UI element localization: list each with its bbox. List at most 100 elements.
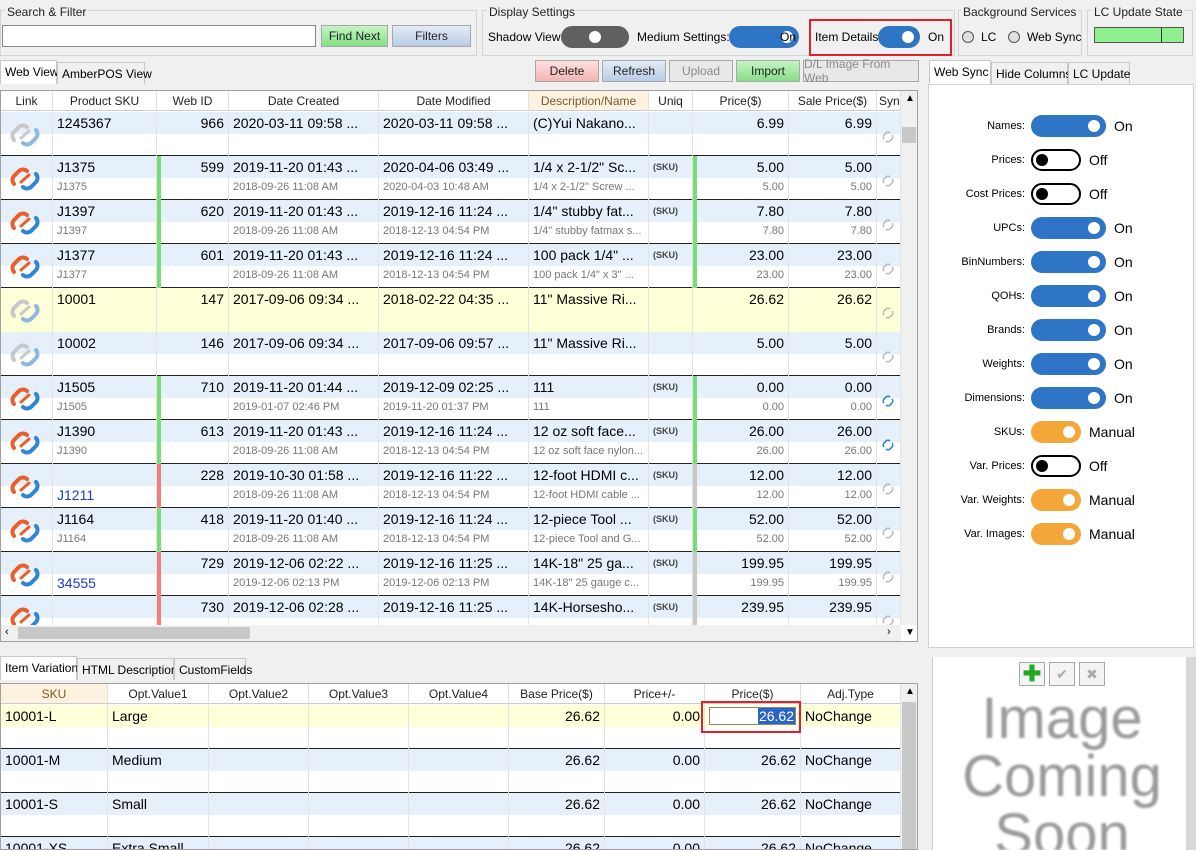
cell-web-id[interactable]: 599 bbox=[157, 156, 229, 200]
dl-image-button[interactable]: D/L Image From Web bbox=[803, 57, 919, 85]
tab-amberpos-view[interactable]: AmberPOS View bbox=[57, 62, 152, 84]
cell-product-sku[interactable]: 10001 bbox=[53, 288, 157, 332]
cell-sale-price[interactable]: 52.00 52.00 bbox=[789, 508, 877, 552]
variation-row[interactable]: 10001-M Medium 26.62 0.00 26.62 NoChange bbox=[1, 749, 901, 793]
websync-toggle[interactable] bbox=[1031, 251, 1106, 273]
table-row[interactable]: J1375 J1375 599 2019-11-20 01:43 ... 2018-09… bbox=[1, 156, 901, 200]
cell-uniq[interactable]: (SKU) bbox=[649, 200, 693, 244]
tab-custom-fields[interactable]: CustomFields bbox=[174, 658, 252, 680]
image-panel-scrollbar[interactable] bbox=[1186, 657, 1196, 850]
var-cell[interactable]: Medium bbox=[108, 749, 209, 793]
table-row[interactable]: 34555 729 2019-12-06 02:22 ... 2019-12-06 0… bbox=[1, 552, 901, 596]
sync-link-icon[interactable] bbox=[881, 130, 895, 144]
var-cell[interactable]: 26.62 bbox=[509, 793, 605, 837]
cell-syn[interactable] bbox=[877, 464, 901, 508]
remove-image-button[interactable]: ✖ bbox=[1079, 662, 1105, 686]
cell-syn[interactable] bbox=[877, 332, 901, 376]
cell-uniq[interactable] bbox=[649, 332, 693, 376]
cell-sale-price[interactable]: 26.00 26.00 bbox=[789, 420, 877, 464]
var-cell[interactable] bbox=[309, 705, 409, 749]
scroll-up-arrow[interactable]: ▲ bbox=[905, 93, 915, 104]
table-row[interactable]: J1505 J1505 710 2019-11-20 01:44 ... 2019-01… bbox=[1, 376, 901, 420]
sync-link-icon[interactable] bbox=[881, 262, 895, 276]
var-cell[interactable] bbox=[409, 749, 509, 793]
cell-product-sku[interactable]: 34555 bbox=[53, 552, 157, 596]
var-cell[interactable]: 10001-M bbox=[1, 749, 108, 793]
cell-description-name[interactable]: 12-piece Tool ... 12-piece Tool and G... bbox=[529, 508, 649, 552]
var-cell[interactable] bbox=[309, 749, 409, 793]
link-icon[interactable] bbox=[9, 120, 41, 150]
confirm-image-button[interactable]: ✔ bbox=[1049, 662, 1075, 686]
scroll-thumb[interactable] bbox=[902, 127, 916, 143]
var-cell[interactable]: 26.62 bbox=[509, 837, 605, 849]
cell-product-sku[interactable]: J1375 J1375 bbox=[53, 156, 157, 200]
cell-web-id[interactable]: 620 bbox=[157, 200, 229, 244]
cell-date-modified[interactable]: 2019-12-16 11:22 ... 2018-12-13 04:54 PM bbox=[379, 464, 529, 508]
cell-link[interactable] bbox=[1, 244, 53, 288]
cell-date-modified[interactable]: 2019-12-16 11:24 ... 2018-12-13 04:54 PM bbox=[379, 244, 529, 288]
table-row[interactable]: 10001 147 2017-09-06 09:34 ... 2018-02-22 0… bbox=[1, 288, 901, 332]
cell-product-sku[interactable]: 1245367 bbox=[53, 112, 157, 156]
cell-syn[interactable] bbox=[877, 508, 901, 552]
cell-price[interactable]: 23.00 23.00 bbox=[693, 244, 789, 288]
cell-price[interactable]: 6.99 bbox=[693, 112, 789, 156]
cell-description-name[interactable]: 100 pack 1/4" ... 100 pack 1/4" x 3" ... bbox=[529, 244, 649, 288]
cell-web-id[interactable]: 147 bbox=[157, 288, 229, 332]
cell-price[interactable]: 12.00 12.00 bbox=[693, 464, 789, 508]
sync-link-icon[interactable] bbox=[881, 526, 895, 540]
column-header-9[interactable]: Syn bbox=[877, 91, 901, 111]
column-header-3[interactable]: Date Created bbox=[229, 91, 379, 111]
cell-syn[interactable] bbox=[877, 288, 901, 332]
var-cell[interactable]: 26.62 bbox=[705, 793, 801, 837]
var-cell[interactable]: 10001-XS bbox=[1, 837, 108, 849]
var-column-header-5[interactable]: Base Price($) bbox=[509, 684, 605, 704]
cell-date-created[interactable]: 2020-03-11 09:58 ... bbox=[229, 112, 379, 156]
var-cell[interactable]: 10001-S bbox=[1, 793, 108, 837]
var-cell[interactable]: 26.62 bbox=[509, 749, 605, 793]
cell-link[interactable] bbox=[1, 420, 53, 464]
scroll-right-arrow[interactable]: › bbox=[887, 626, 891, 638]
cell-product-sku[interactable]: J1164 J1164 bbox=[53, 508, 157, 552]
search-input[interactable] bbox=[2, 25, 316, 47]
variations-grid-vscroll[interactable]: ▲ bbox=[901, 684, 917, 849]
var-cell[interactable]: 26.62 bbox=[705, 837, 801, 849]
cell-date-modified[interactable]: 2019-12-16 11:24 ... 2018-12-13 04:54 PM bbox=[379, 420, 529, 464]
cell-description-name[interactable]: 111 111 bbox=[529, 376, 649, 420]
variation-row[interactable]: 10001-S Small 26.62 0.00 26.62 NoChange bbox=[1, 793, 901, 837]
link-icon[interactable] bbox=[9, 340, 41, 370]
cell-syn[interactable] bbox=[877, 552, 901, 596]
var-cell[interactable]: 26.62 bbox=[705, 749, 801, 793]
var-column-header-2[interactable]: Opt.Value2 bbox=[209, 684, 309, 704]
cell-description-name[interactable]: (C)Yui Nakano... bbox=[529, 112, 649, 156]
websync-toggle[interactable] bbox=[1031, 319, 1106, 341]
cell-date-created[interactable]: 2019-11-20 01:43 ... 2018-09-26 11:08 AM bbox=[229, 156, 379, 200]
websync-toggle[interactable] bbox=[1031, 217, 1106, 239]
cell-syn[interactable] bbox=[877, 376, 901, 420]
cell-link[interactable] bbox=[1, 552, 53, 596]
var-cell[interactable] bbox=[409, 837, 509, 849]
refresh-button[interactable]: Refresh bbox=[602, 60, 666, 82]
cell-price[interactable]: 26.62 bbox=[693, 288, 789, 332]
cell-date-created[interactable]: 2019-10-30 01:58 ... 2018-09-26 11:08 AM bbox=[229, 464, 379, 508]
cell-sale-price[interactable]: 6.99 bbox=[789, 112, 877, 156]
web-sync-radio[interactable] bbox=[1008, 31, 1020, 43]
var-cell[interactable]: NoChange bbox=[801, 705, 901, 749]
column-header-7[interactable]: Price($) bbox=[693, 91, 789, 111]
var-cell[interactable] bbox=[409, 705, 509, 749]
link-icon[interactable] bbox=[9, 384, 41, 414]
cell-product-sku[interactable]: J1397 J1397 bbox=[53, 200, 157, 244]
link-icon[interactable] bbox=[9, 472, 41, 502]
websync-toggle[interactable] bbox=[1031, 115, 1106, 137]
cell-syn[interactable] bbox=[877, 200, 901, 244]
cell-link[interactable] bbox=[1, 200, 53, 244]
cell-web-id[interactable]: 966 bbox=[157, 112, 229, 156]
cell-date-modified[interactable]: 2017-09-06 09:57 ... bbox=[379, 332, 529, 376]
var-cell[interactable] bbox=[409, 793, 509, 837]
column-header-1[interactable]: Product SKU bbox=[53, 91, 157, 111]
table-row[interactable]: J1390 J1390 613 2019-11-20 01:43 ... 2018-09… bbox=[1, 420, 901, 464]
cell-product-sku[interactable]: 10002 bbox=[53, 332, 157, 376]
cell-price[interactable]: 199.95 199.95 bbox=[693, 552, 789, 596]
cell-web-id[interactable]: 729 bbox=[157, 552, 229, 596]
cell-date-modified[interactable]: 2020-04-06 03:49 ... 2020-04-03 10:48 AM bbox=[379, 156, 529, 200]
scroll-left-arrow[interactable]: ‹ bbox=[5, 626, 9, 638]
